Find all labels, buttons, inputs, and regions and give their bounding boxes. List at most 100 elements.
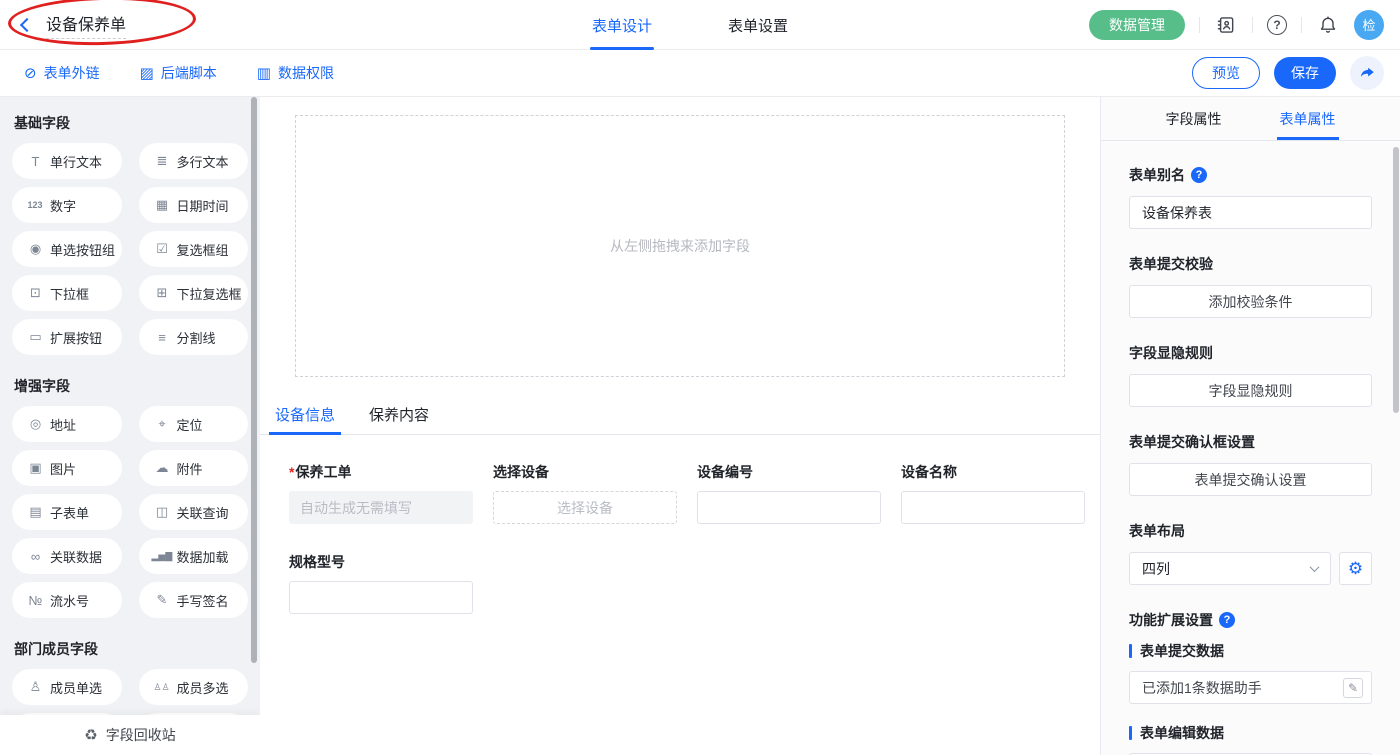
field-device-code[interactable]: 设备编号 <box>697 462 881 524</box>
preview-button[interactable]: 预览 <box>1192 57 1260 89</box>
help-icon[interactable]: ? <box>1267 15 1287 35</box>
field-pill-linked-query[interactable]: ◫关联查询 <box>139 494 249 530</box>
toolbar-links: ⊘ 表单外链 ▨ 后端脚本 ▥ 数据权限 <box>16 63 334 83</box>
basic-fields-grid: T单行文本 ≣多行文本 123数字 ▦日期时间 ◉单选按钮组 ☑复选框组 ⊡下拉… <box>12 143 248 355</box>
layout-settings-button[interactable]: ⚙ <box>1339 552 1372 585</box>
field-pill-geolocation[interactable]: ⌖定位 <box>139 406 249 442</box>
form-toolbar: ⊘ 表单外链 ▨ 后端脚本 ▥ 数据权限 预览 保存 <box>0 50 1400 97</box>
device-name-input[interactable] <box>901 491 1085 524</box>
field-spec-model[interactable]: 规格型号 <box>289 552 473 614</box>
field-palette-sidebar: 基础字段 T单行文本 ≣多行文本 123数字 ▦日期时间 ◉单选按钮组 ☑复选框… <box>0 97 260 755</box>
field-pill-image[interactable]: ▣图片 <box>12 450 122 486</box>
add-validation-button[interactable]: 添加校验条件 <box>1129 285 1372 318</box>
pill-label: 单选按钮组 <box>50 240 115 259</box>
recycle-bin-label: 字段回收站 <box>106 725 176 745</box>
pill-label: 关联数据 <box>50 547 102 566</box>
submit-data-label: 表单提交数据 <box>1129 641 1372 661</box>
spec-model-input[interactable] <box>289 581 473 614</box>
group-edit-data: 表单编辑数据 添加操作 <box>1129 723 1372 755</box>
pill-label: 单行文本 <box>50 152 102 171</box>
tab-maintenance-content[interactable]: 保养内容 <box>366 404 432 434</box>
header-actions: 数据管理 ? 检 <box>1089 10 1384 40</box>
edit-pencil-icon[interactable]: ✎ <box>1343 678 1363 698</box>
submit-confirm-button[interactable]: 表单提交确认设置 <box>1129 463 1372 496</box>
field-pill-datetime[interactable]: ▦日期时间 <box>139 187 249 223</box>
divider <box>1301 17 1302 33</box>
field-maintenance-order[interactable]: *保养工单 <box>289 462 473 524</box>
link-icon: ⊘ <box>24 64 37 82</box>
serial-number-icon: № <box>25 593 45 608</box>
field-recycle-bin-button[interactable]: ♻ 字段回收站 <box>0 715 260 755</box>
pen-icon: ✎ <box>152 592 172 608</box>
visibility-rules-button[interactable]: 字段显隐规则 <box>1129 374 1372 407</box>
field-select-device[interactable]: 选择设备 <box>493 462 677 524</box>
field-pill-radio-group[interactable]: ◉单选按钮组 <box>12 231 122 267</box>
field-pill-single-line-text[interactable]: T单行文本 <box>12 143 122 179</box>
tab-form-properties[interactable]: 表单属性 <box>1280 97 1336 140</box>
select-device-input[interactable] <box>493 491 677 524</box>
tab-field-properties[interactable]: 字段属性 <box>1166 97 1222 140</box>
tab-form-settings[interactable]: 表单设置 <box>728 0 788 50</box>
user-avatar[interactable]: 检 <box>1354 10 1384 40</box>
field-pill-number[interactable]: 123数字 <box>12 187 122 223</box>
canvas-fields-row1: *保养工单 选择设备 设备编号 设备名称 <box>289 462 1085 524</box>
field-label: 规格型号 <box>289 552 473 572</box>
dropzone-hint: 从左侧拖拽来添加字段 <box>610 236 750 256</box>
backend-script-button[interactable]: ▨ 后端脚本 <box>140 63 217 83</box>
save-button[interactable]: 保存 <box>1274 57 1336 89</box>
pill-label: 流水号 <box>50 591 89 610</box>
field-pill-subform[interactable]: ▤子表单 <box>12 494 122 530</box>
field-pill-data-load[interactable]: ▂▅▇数据加载 <box>139 538 249 574</box>
pill-label: 下拉框 <box>50 284 89 303</box>
external-link-button[interactable]: ⊘ 表单外链 <box>24 63 100 83</box>
extensions-label-text: 功能扩展设置 <box>1129 610 1213 630</box>
pill-label: 成员多选 <box>177 678 229 697</box>
pill-label: 关联查询 <box>177 503 229 522</box>
form-title[interactable]: 设备保养单 <box>46 11 126 39</box>
form-alias-input[interactable] <box>1129 196 1372 229</box>
back-icon[interactable] <box>20 17 34 31</box>
header-left: 设备保养单 <box>16 11 126 39</box>
button-icon: ▭ <box>25 329 45 345</box>
data-permission-button[interactable]: ▥ 数据权限 <box>257 63 334 83</box>
panel-scrollbar[interactable] <box>1393 147 1399 413</box>
field-pill-member-single[interactable]: ♙成员单选 <box>12 669 122 705</box>
help-icon[interactable]: ? <box>1191 167 1207 183</box>
field-pill-checkbox-group[interactable]: ☑复选框组 <box>139 231 249 267</box>
field-pill-divider-line[interactable]: ≡分割线 <box>139 319 249 355</box>
sidebar-scrollbar[interactable] <box>251 97 257 663</box>
tab-device-info[interactable]: 设备信息 <box>272 404 338 434</box>
data-manage-button[interactable]: 数据管理 <box>1089 10 1185 40</box>
field-pill-select[interactable]: ⊡下拉框 <box>12 275 122 311</box>
external-link-label: 表单外链 <box>44 63 100 83</box>
field-pill-linked-data[interactable]: ∞关联数据 <box>12 538 122 574</box>
field-label-text: 保养工单 <box>295 464 351 480</box>
field-label: 设备名称 <box>901 462 1085 482</box>
field-pill-serial-number[interactable]: № 流水号 <box>12 582 122 618</box>
share-button[interactable] <box>1350 56 1384 90</box>
contacts-book-icon[interactable] <box>1214 13 1238 37</box>
field-pill-member-multi[interactable]: ♙♙ 成员多选 <box>139 669 249 705</box>
help-icon[interactable]: ? <box>1219 612 1235 628</box>
field-pill-multi-line-text[interactable]: ≣多行文本 <box>139 143 249 179</box>
field-pill-extend-button[interactable]: ▭扩展按钮 <box>12 319 122 355</box>
field-pill-signature[interactable]: ✎手写签名 <box>139 582 249 618</box>
field-pill-multi-select[interactable]: ⊞下拉复选框 <box>139 275 249 311</box>
submit-data-box[interactable]: 已添加1条数据助手 ✎ <box>1129 671 1372 704</box>
field-label: 设备编号 <box>697 462 881 482</box>
tab-form-design[interactable]: 表单设计 <box>592 0 652 50</box>
form-canvas: 从左侧拖拽来添加字段 设备信息 保养内容 *保养工单 选择设备 设备编号 设备名… <box>260 97 1100 755</box>
people-icon: ♙♙ <box>152 682 172 693</box>
field-label: *保养工单 <box>289 462 473 482</box>
field-dropzone[interactable]: 从左侧拖拽来添加字段 <box>295 115 1065 377</box>
share-arrow-icon <box>1358 64 1376 82</box>
layout-select[interactable]: 四列 <box>1129 552 1331 585</box>
field-pill-address[interactable]: ◎地址 <box>12 406 122 442</box>
device-code-input[interactable] <box>697 491 881 524</box>
notification-bell-icon[interactable] <box>1316 13 1340 37</box>
field-device-name[interactable]: 设备名称 <box>901 462 1085 524</box>
image-icon: ▣ <box>25 460 45 476</box>
visibility-rules-label: 字段显隐规则 <box>1129 343 1372 363</box>
field-pill-attachment[interactable]: ☁附件 <box>139 450 249 486</box>
maintenance-order-input[interactable] <box>289 491 473 524</box>
